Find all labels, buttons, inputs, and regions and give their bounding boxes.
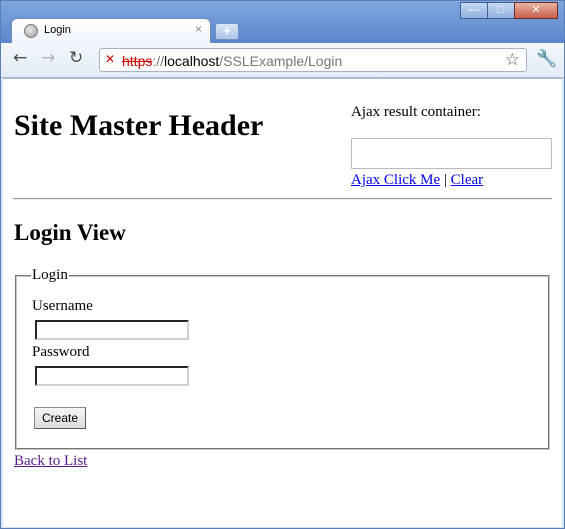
browser-window: Login × + — □ ✕ ← → ↻ ✕ https://localhos…	[0, 0, 565, 529]
username-field[interactable]	[35, 320, 189, 340]
clear-link[interactable]: Clear	[451, 172, 483, 188]
tab-login[interactable]: Login ×	[11, 18, 211, 44]
create-button[interactable]: Create	[34, 407, 87, 429]
ajax-result-label: Ajax result container:	[351, 104, 481, 120]
url-separator: ://	[152, 53, 165, 69]
globe-icon	[24, 24, 38, 38]
ajax-click-link[interactable]: Ajax Click Me	[351, 172, 440, 188]
star-icon[interactable]: ☆	[505, 50, 520, 70]
maximize-button[interactable]: □	[487, 2, 515, 19]
login-fieldset: Login Username Password Create	[15, 267, 550, 450]
back-to-list-link[interactable]: Back to List	[14, 453, 87, 470]
forward-arrow-icon[interactable]: →	[41, 50, 55, 67]
password-label: Password	[32, 344, 90, 360]
username-label: Username	[32, 298, 93, 314]
ajax-links: Ajax Click Me | Clear	[351, 172, 483, 189]
tab-close-icon[interactable]: ×	[195, 22, 202, 36]
header-divider	[13, 198, 552, 200]
window-controls: — □ ✕	[460, 2, 558, 19]
url-host: localhost	[164, 53, 220, 69]
new-tab-button[interactable]: +	[215, 23, 239, 40]
close-window-button[interactable]: ✕	[514, 2, 558, 19]
back-arrow-icon[interactable]: ←	[13, 50, 27, 67]
page-title: Login View	[14, 220, 126, 245]
address-bar[interactable]: ✕ https://localhost/SSLExample/Login ☆	[99, 48, 527, 72]
fieldset-legend: Login	[32, 267, 68, 283]
site-header-title: Site Master Header	[14, 109, 264, 142]
broken-lock-icon: ✕	[105, 52, 116, 66]
link-separator: |	[443, 172, 447, 188]
page-content: Site Master Header Ajax result container…	[3, 78, 562, 527]
browser-toolbar: ← → ↻ ✕ https://localhost/SSLExample/Log…	[1, 43, 564, 78]
url-text[interactable]: https://localhost/SSLExample/Login	[122, 53, 342, 69]
tab-title: Login	[44, 24, 71, 36]
title-bar: Login × + — □ ✕	[1, 1, 564, 44]
url-scheme: https	[122, 53, 153, 69]
wrench-icon[interactable]: 🔧	[536, 49, 557, 69]
minimize-button[interactable]: —	[460, 2, 488, 19]
reload-icon[interactable]: ↻	[69, 50, 83, 67]
password-field[interactable]	[35, 366, 189, 386]
ajax-result-container	[351, 138, 552, 169]
url-path: /SSLExample/Login	[219, 53, 343, 69]
